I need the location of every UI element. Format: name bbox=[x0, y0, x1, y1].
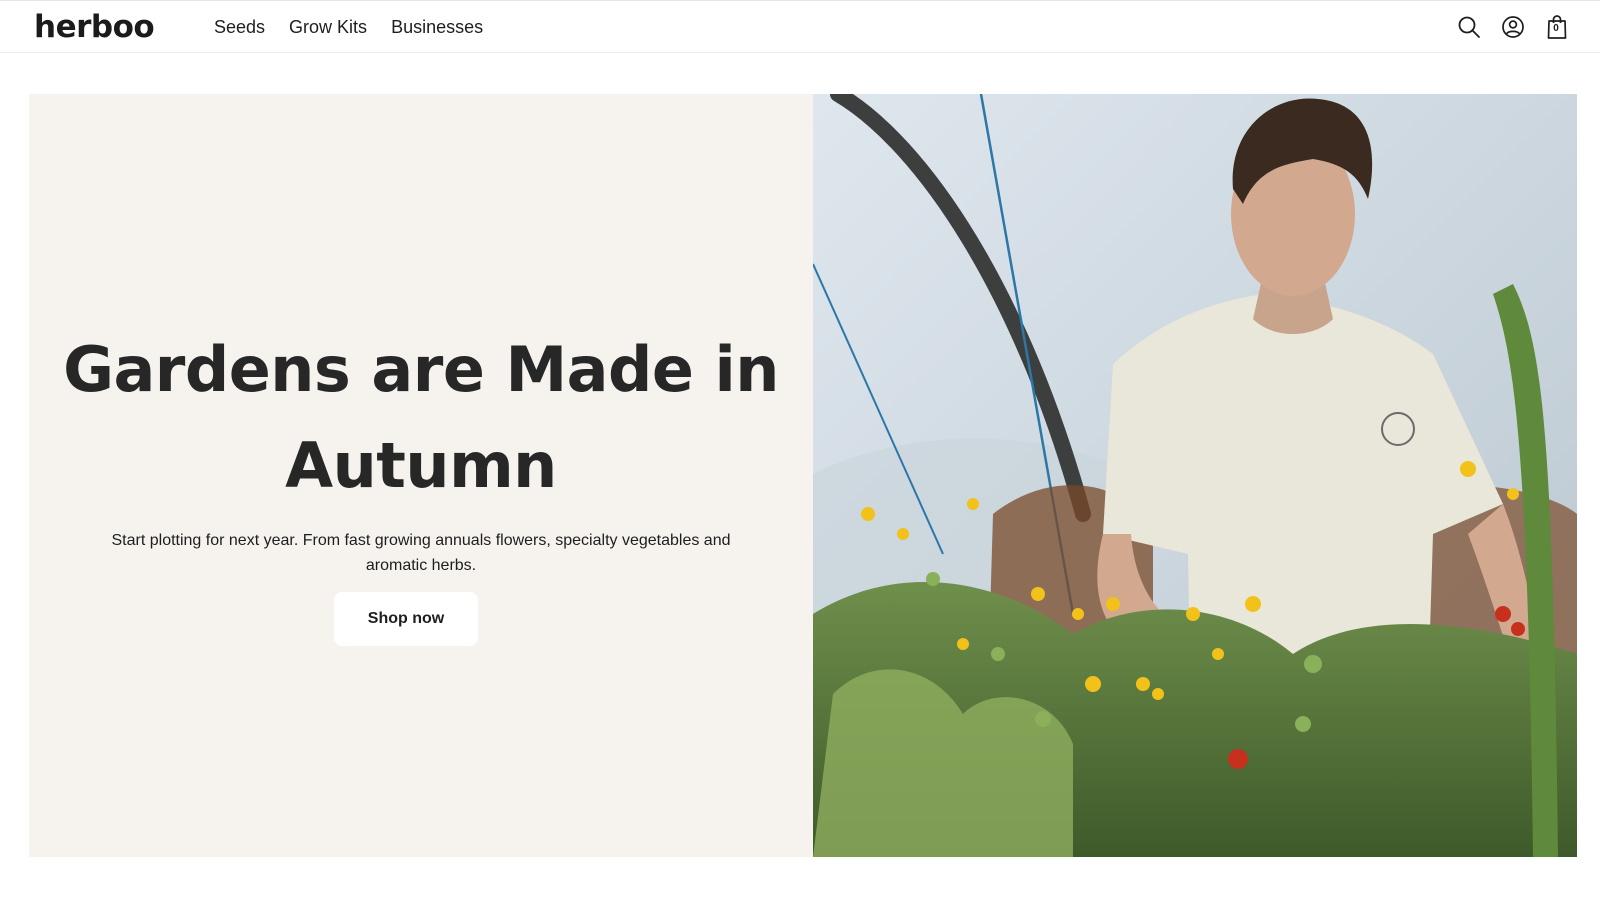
shop-now-button[interactable]: Shop now bbox=[334, 592, 478, 646]
nav-item-grow-kits[interactable]: Grow Kits bbox=[289, 17, 367, 38]
header-actions: 0 bbox=[1456, 13, 1570, 41]
cart-count: 0 bbox=[1553, 23, 1559, 34]
gardener-in-polytunnel-image bbox=[813, 94, 1577, 857]
user-icon bbox=[1502, 16, 1524, 38]
hero-subtitle: Start plotting for next year. From fast … bbox=[111, 532, 731, 574]
nav-item-businesses[interactable]: Businesses bbox=[391, 17, 483, 38]
nav-item-seeds[interactable]: Seeds bbox=[214, 17, 265, 38]
account-button[interactable] bbox=[1500, 13, 1526, 41]
hero-title-line-1: Gardens are Made in bbox=[63, 333, 779, 406]
hero-text-panel: Gardens are Made in Autumn Start plottin… bbox=[29, 94, 813, 857]
search-icon bbox=[1458, 16, 1480, 38]
main-nav: Seeds Grow Kits Businesses bbox=[214, 17, 483, 38]
cart-button[interactable]: 0 bbox=[1544, 13, 1570, 41]
hero-title-line-2: Autumn bbox=[285, 429, 557, 502]
site-header: herboo Seeds Grow Kits Businesses 0 bbox=[0, 0, 1600, 53]
brand-logo[interactable]: herboo bbox=[34, 9, 155, 45]
hero-image bbox=[813, 94, 1577, 857]
hero-title: Gardens are Made in Autumn bbox=[29, 322, 813, 514]
search-button[interactable] bbox=[1456, 13, 1482, 41]
